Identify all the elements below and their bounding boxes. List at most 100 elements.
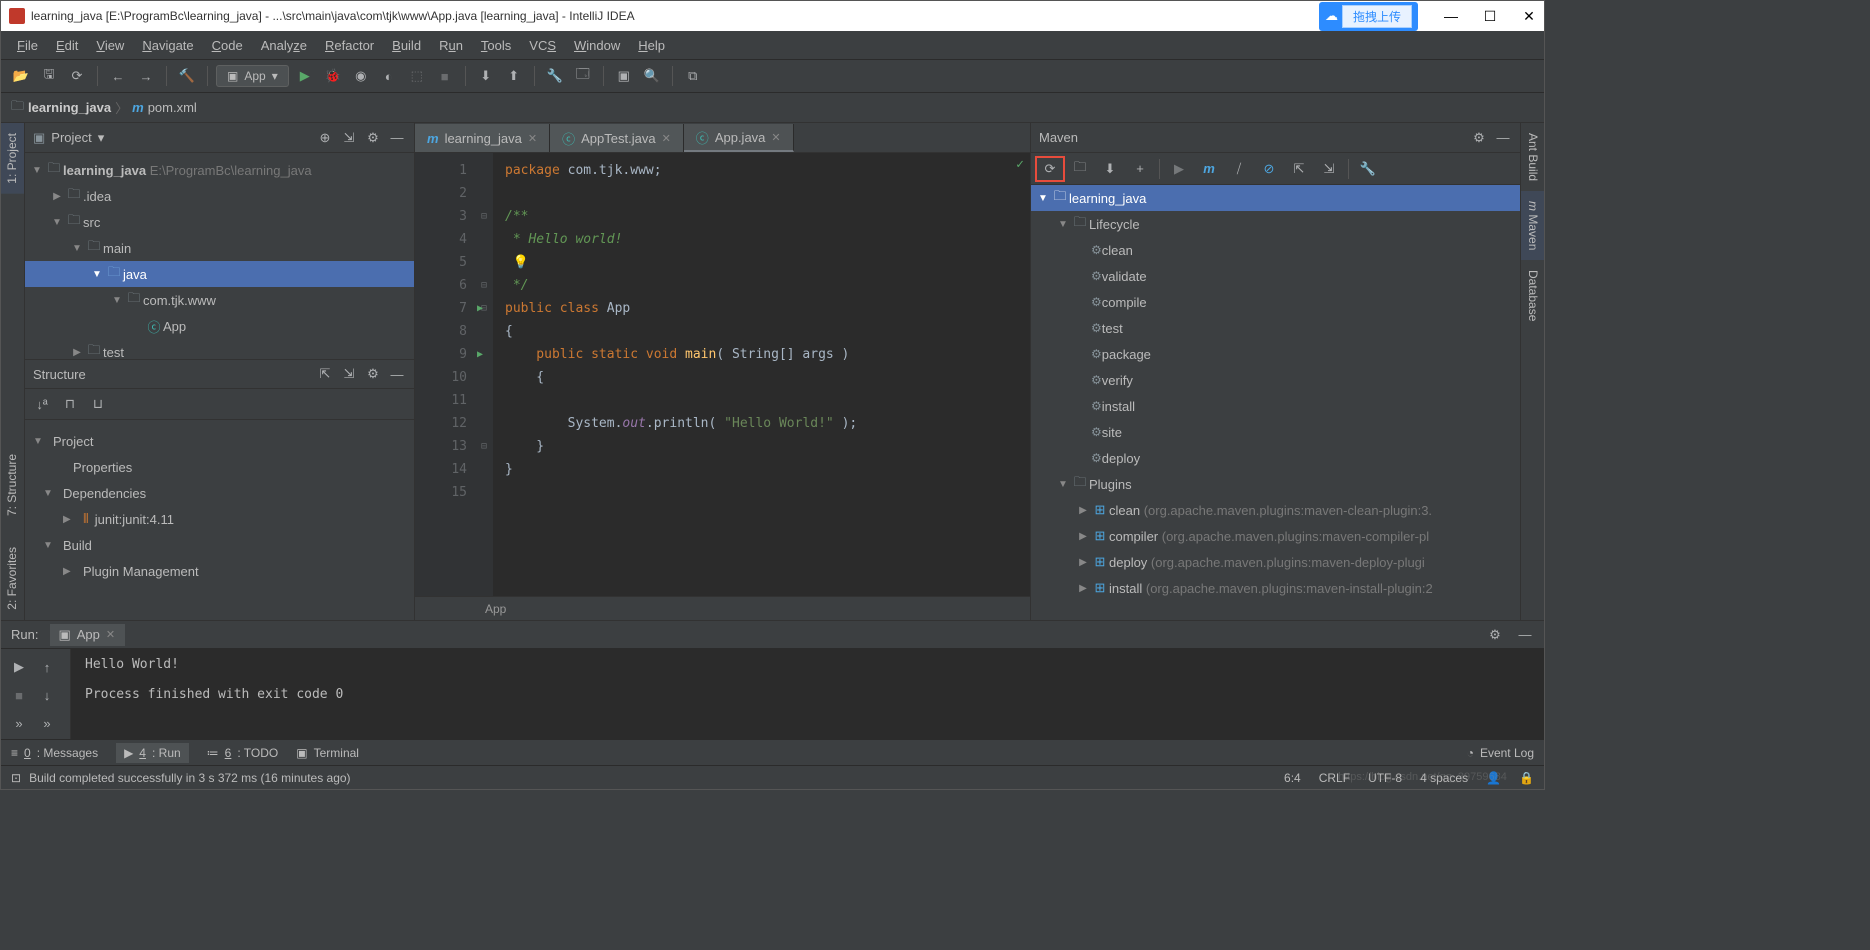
menu-run[interactable]: Run — [431, 34, 471, 57]
tab-apptest[interactable]: ⓒ AppTest.java ✕ — [550, 124, 684, 152]
toggle-offline-button[interactable]: ⧸ — [1224, 156, 1254, 182]
maven-plugin-install[interactable]: ▶⊞ install (org.apache.maven.plugins:mav… — [1031, 575, 1520, 601]
panel-settings-button[interactable]: ⚙ — [1470, 129, 1488, 147]
todo-tab[interactable]: ≔ 6: TODO — [207, 746, 279, 760]
hide-panel-button[interactable]: — — [1494, 129, 1512, 147]
tree-row-root[interactable]: ▼ 🗀 learning_java E:\ProgramBc\learning_… — [25, 157, 414, 183]
maven-plugin-compiler[interactable]: ▶⊞ compiler (org.apache.maven.plugins:ma… — [1031, 523, 1520, 549]
back-button[interactable]: ← — [106, 64, 130, 88]
expand-arrow-icon[interactable]: ▶ — [69, 347, 85, 358]
expand-arrow-icon[interactable]: ▼ — [43, 488, 57, 499]
nav-root[interactable]: 🗀 learning_java — [11, 97, 111, 119]
nav-file[interactable]: m pom.xml — [132, 100, 197, 115]
expand-arrow-icon[interactable]: ▼ — [1055, 219, 1071, 230]
scroll-up-button[interactable]: ↑ — [35, 655, 59, 679]
tree-row-main[interactable]: ▼ 🗀 main — [25, 235, 414, 261]
scroll-down-button[interactable]: ↓ — [35, 683, 59, 707]
run-main-gutter-icon[interactable]: ▶ — [477, 343, 483, 366]
close-window-button[interactable]: ✕ — [1522, 9, 1536, 23]
struct-properties[interactable]: Properties — [33, 454, 406, 480]
menu-vcs[interactable]: VCS — [521, 34, 564, 57]
stop-button[interactable]: ■ — [433, 64, 457, 88]
expand-arrow-icon[interactable]: ▶ — [1075, 505, 1091, 516]
struct-build[interactable]: ▼ Build — [33, 532, 406, 558]
tree-row-java[interactable]: ▼ 🗀 java — [25, 261, 414, 287]
maven-goal-clean[interactable]: ⚙ clean — [1031, 237, 1520, 263]
status-icon[interactable]: ⊡ — [11, 771, 21, 785]
settings-wrench-button[interactable]: 🔧 — [543, 64, 567, 88]
expand-arrow-icon[interactable]: ▼ — [89, 269, 105, 280]
caret-position[interactable]: 6:4 — [1284, 771, 1301, 785]
reimport-maven-button[interactable]: ⟳ — [1035, 156, 1065, 182]
generate-sources-button[interactable]: 🗀 — [1065, 156, 1095, 182]
cloud-upload-button[interactable]: 拖拽上传 — [1342, 5, 1412, 28]
collapse-all-button[interactable]: ⇱ — [1284, 156, 1314, 182]
structure-tool-tab[interactable]: 7: Structure — [1, 444, 24, 526]
maximize-button[interactable]: ☐ — [1483, 9, 1497, 23]
maven-lifecycle[interactable]: ▼ 🗀 Lifecycle — [1031, 211, 1520, 237]
run-output[interactable]: Hello World! Process finished with exit … — [71, 649, 1544, 739]
maven-goal-validate[interactable]: ⚙ validate — [1031, 263, 1520, 289]
run-config-select[interactable]: ▣ App ▾ — [216, 65, 289, 87]
event-log-tab[interactable]: ◔ Event Log — [1467, 746, 1534, 760]
minimize-button[interactable]: ― — [1444, 9, 1458, 23]
more-button-2[interactable]: » — [35, 711, 59, 735]
struct-project[interactable]: ▼ Project — [33, 428, 406, 454]
close-tab-icon[interactable]: ✕ — [771, 131, 780, 144]
maven-tool-tab[interactable]: m Maven — [1521, 191, 1544, 260]
run-config-tab[interactable]: ▣ App ✕ — [50, 624, 125, 646]
struct-plugin-mgmt[interactable]: ▶ Plugin Management — [33, 558, 406, 584]
maven-plugin-clean[interactable]: ▶⊞ clean (org.apache.maven.plugins:maven… — [1031, 497, 1520, 523]
project-panel-title[interactable]: ▣ Project ▾ — [33, 130, 316, 146]
menu-tools[interactable]: Tools — [473, 34, 519, 57]
more-button[interactable]: » — [7, 711, 31, 735]
code-content[interactable]: package com.tjk.www; /** * Hello world! … — [493, 153, 1030, 596]
tree-row-idea[interactable]: ▶ 🗀 .idea — [25, 183, 414, 209]
database-tool-tab[interactable]: Database — [1521, 260, 1544, 331]
hide-panel-button[interactable]: — — [388, 365, 406, 383]
code-editor[interactable]: ✓ 123456789101112131415 ⊟⊟⊟⊟ ▶▶ package … — [415, 153, 1030, 596]
build-project-button[interactable]: 🔨 — [175, 64, 199, 88]
expand-arrow-icon[interactable]: ▶ — [63, 514, 77, 525]
run-button[interactable]: ▶ — [293, 64, 317, 88]
expand-arrow-icon[interactable]: ▼ — [33, 436, 47, 447]
add-maven-button[interactable]: + — [1125, 156, 1155, 182]
maven-goal-test[interactable]: ⚙ test — [1031, 315, 1520, 341]
panel-settings-button[interactable]: ⚙ — [1486, 626, 1504, 644]
menu-refactor[interactable]: Refactor — [317, 34, 382, 57]
panel-settings-button[interactable]: ⚙ — [364, 129, 382, 147]
project-tool-tab[interactable]: 1: Project — [1, 123, 24, 194]
expand-arrow-icon[interactable]: ▼ — [109, 295, 125, 306]
maven-plugin-deploy[interactable]: ▶⊞ deploy (org.apache.maven.plugins:mave… — [1031, 549, 1520, 575]
plugins-button[interactable]: ⧉ — [681, 64, 705, 88]
tree-row-app-class[interactable]: ⓒ App — [25, 313, 414, 339]
menu-file[interactable]: File — [9, 34, 46, 57]
open-file-button[interactable]: 📂 — [9, 64, 33, 88]
expand-all-button[interactable]: ⇲ — [340, 129, 358, 147]
tree-row-test[interactable]: ▶ 🗀 test — [25, 339, 414, 359]
maven-settings-wrench-button[interactable]: 🔧 — [1353, 156, 1383, 182]
download-sources-button[interactable]: ⬇ — [1095, 156, 1125, 182]
maven-goal-site[interactable]: ⚙ site — [1031, 419, 1520, 445]
menu-navigate[interactable]: Navigate — [134, 34, 201, 57]
run-gutter[interactable]: ▶▶ — [477, 159, 483, 366]
messages-tab[interactable]: ≡ 0: Messages — [11, 746, 98, 760]
expand-arrow-icon[interactable]: ▼ — [69, 243, 85, 254]
expand-arrow-icon[interactable]: ▼ — [29, 165, 45, 176]
maven-goal-deploy[interactable]: ⚙ deploy — [1031, 445, 1520, 471]
skip-tests-button[interactable]: ⊘ — [1254, 156, 1284, 182]
run-tab[interactable]: ▶ 4: Run — [116, 743, 189, 763]
project-tree[interactable]: ▼ 🗀 learning_java E:\ProgramBc\learning_… — [25, 153, 414, 359]
ant-tool-tab[interactable]: Ant Build — [1521, 123, 1544, 191]
lock-indicator[interactable]: 🔒 — [1519, 771, 1534, 785]
expand-arrow-icon[interactable]: ▶ — [1075, 531, 1091, 542]
terminal-tab[interactable]: ▣ Terminal — [296, 746, 359, 760]
vcs-update-button[interactable]: ⬇ — [474, 64, 498, 88]
maven-tree[interactable]: ▼ 🗀 learning_java ▼ 🗀 Lifecycle ⚙ clean⚙… — [1031, 185, 1520, 620]
coverage-button[interactable]: ◉ — [349, 64, 373, 88]
favorites-tool-tab[interactable]: 2: Favorites — [1, 537, 24, 620]
close-tab-icon[interactable]: ✕ — [662, 132, 671, 145]
sort-button[interactable]: ↓ª — [33, 395, 51, 413]
struct-junit[interactable]: ▶ ⦀ junit:junit:4.11 — [33, 506, 406, 532]
maven-goal-compile[interactable]: ⚙ compile — [1031, 289, 1520, 315]
